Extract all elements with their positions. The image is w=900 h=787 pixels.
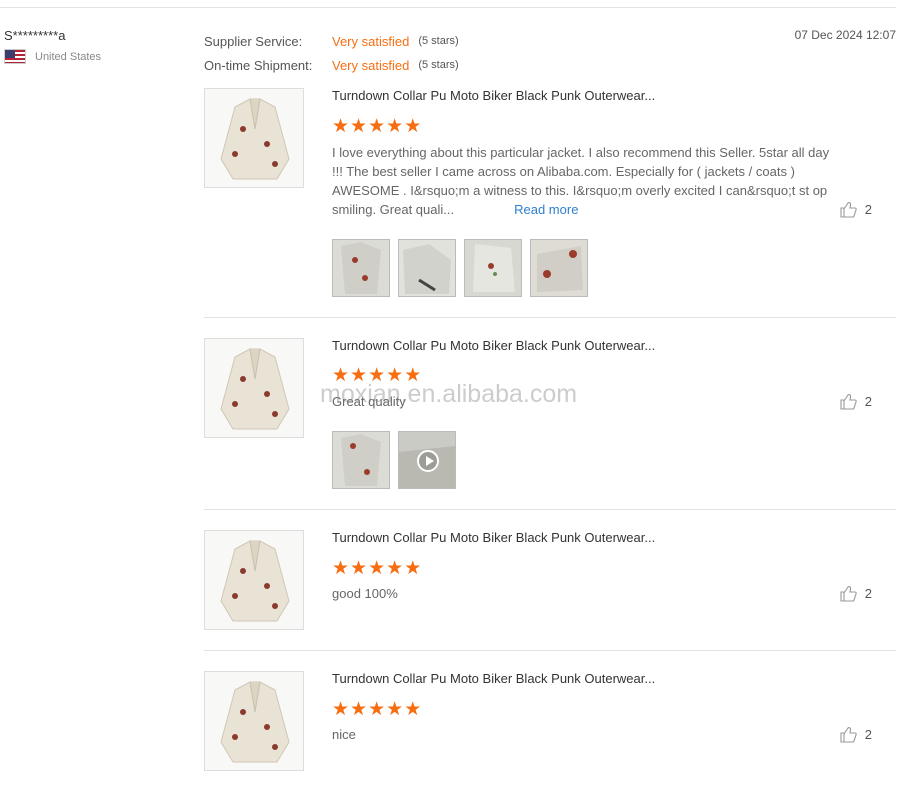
star-icon: ★	[350, 116, 368, 137]
product-thumbnail[interactable]	[204, 530, 304, 630]
reviewer-name: S*********a	[4, 28, 66, 43]
rating-label: Supplier Service:	[204, 33, 303, 49]
like-count: 2	[864, 586, 872, 601]
photo-image	[531, 240, 587, 296]
review-item: Turndown Collar Pu Moto Biker Black Punk…	[204, 671, 896, 781]
review-photo[interactable]	[332, 431, 390, 489]
star-icon: ★	[368, 699, 386, 720]
photo-image	[465, 240, 521, 296]
review-video[interactable]	[398, 431, 456, 489]
watermark: moxian.en.alibaba.com	[320, 380, 578, 408]
us-flag-icon	[4, 49, 26, 64]
thumbs-up-icon	[840, 394, 857, 410]
reviewer-country: United States	[4, 49, 101, 64]
star-icon: ★	[404, 116, 422, 137]
star-icon: ★	[332, 558, 350, 579]
jacket-image	[220, 681, 290, 763]
star-rating: ★ ★ ★ ★ ★	[332, 559, 422, 578]
thumbs-up-icon	[840, 727, 857, 743]
country-name: United States	[35, 50, 102, 63]
review-photos	[332, 239, 596, 297]
rating-stars-text: (5 stars)	[418, 59, 459, 71]
jacket-image	[220, 98, 290, 180]
rating-row-on-time-shipment: On-time Shipment: Very satisfied (5 star…	[204, 53, 459, 77]
rating-value: Very satisfied	[332, 57, 410, 73]
review-photo[interactable]	[464, 239, 522, 297]
review-text: good 100%	[332, 586, 398, 601]
product-thumbnail[interactable]	[204, 671, 304, 771]
star-icon: ★	[350, 558, 368, 579]
thumbs-up-icon	[840, 202, 857, 218]
star-icon: ★	[404, 699, 422, 720]
star-icon: ★	[386, 558, 404, 579]
rating-stars-text: (5 stars)	[418, 35, 459, 47]
jacket-image	[220, 540, 290, 622]
star-icon: ★	[368, 116, 386, 137]
star-icon: ★	[386, 699, 404, 720]
review-text-body: I love everything about this particular …	[332, 145, 830, 217]
product-thumbnail[interactable]	[204, 88, 304, 188]
rating-value: Very satisfied	[332, 33, 410, 49]
review-date: 07 Dec 2024 12:07	[794, 28, 896, 42]
review-photos	[332, 431, 464, 489]
like-count: 2	[864, 202, 872, 217]
review-item: Turndown Collar Pu Moto Biker Black Punk…	[204, 530, 896, 651]
product-title[interactable]: Turndown Collar Pu Moto Biker Black Punk…	[332, 530, 655, 545]
star-icon: ★	[386, 116, 404, 137]
star-icon: ★	[332, 116, 350, 137]
photo-image	[333, 432, 389, 488]
like-count: 2	[864, 727, 872, 742]
product-title[interactable]: Turndown Collar Pu Moto Biker Black Punk…	[332, 338, 655, 353]
like-button[interactable]: 2	[840, 726, 872, 743]
read-more-link[interactable]: Read more	[514, 202, 578, 217]
play-icon[interactable]	[417, 450, 439, 472]
jacket-image	[220, 348, 290, 430]
supplier-ratings: Supplier Service: Very satisfied (5 star…	[204, 29, 459, 77]
review-text: nice	[332, 727, 356, 742]
photo-image	[399, 240, 455, 296]
review-photo[interactable]	[530, 239, 588, 297]
photo-image	[333, 240, 389, 296]
review-text: I love everything about this particular …	[332, 143, 842, 219]
like-count: 2	[864, 394, 872, 409]
star-rating: ★ ★ ★ ★ ★	[332, 700, 422, 719]
like-button[interactable]: 2	[840, 585, 872, 602]
product-thumbnail[interactable]	[204, 338, 304, 438]
like-button[interactable]: 2	[840, 201, 872, 218]
top-divider	[0, 7, 896, 8]
rating-label: On-time Shipment:	[204, 57, 313, 73]
review-photo[interactable]	[332, 239, 390, 297]
thumbs-up-icon	[840, 586, 857, 602]
product-title[interactable]: Turndown Collar Pu Moto Biker Black Punk…	[332, 88, 655, 103]
reviewer-info: S*********a United States	[4, 28, 101, 64]
product-title[interactable]: Turndown Collar Pu Moto Biker Black Punk…	[332, 671, 655, 686]
review-item: Turndown Collar Pu Moto Biker Black Punk…	[204, 338, 896, 510]
star-icon: ★	[368, 558, 386, 579]
star-rating: ★ ★ ★ ★ ★	[332, 117, 422, 136]
review-item: Turndown Collar Pu Moto Biker Black Punk…	[204, 88, 896, 318]
star-icon: ★	[404, 558, 422, 579]
review-photo[interactable]	[398, 239, 456, 297]
like-button[interactable]: 2	[840, 393, 872, 410]
rating-row-supplier-service: Supplier Service: Very satisfied (5 star…	[204, 29, 459, 53]
star-icon: ★	[332, 699, 350, 720]
star-icon: ★	[350, 699, 368, 720]
